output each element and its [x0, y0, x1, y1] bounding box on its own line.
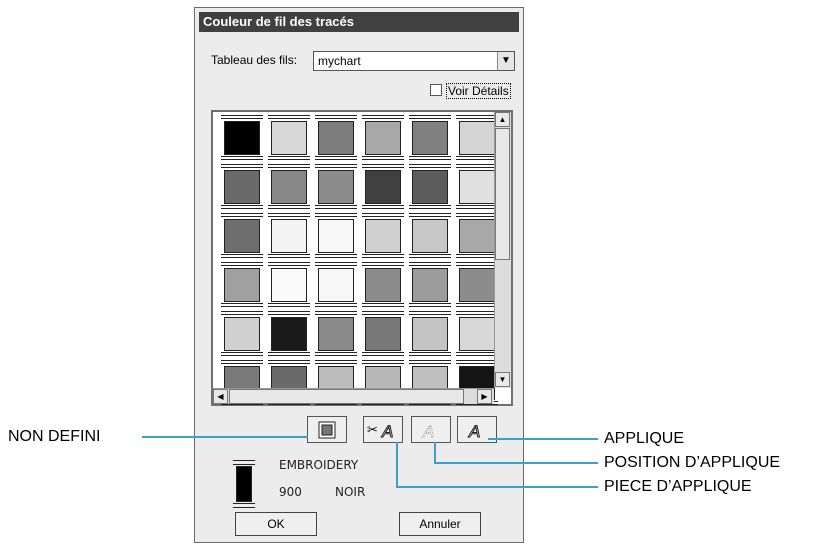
scissors-applique-icon: ✂ A	[367, 422, 394, 442]
callout-line-applique-piece-v	[396, 442, 398, 488]
svg-text:A: A	[468, 422, 480, 441]
thread-swatch[interactable]	[456, 164, 498, 210]
vertical-scroll-thumb[interactable]	[495, 128, 510, 260]
thread-swatch[interactable]	[409, 311, 451, 357]
thread-swatch[interactable]	[456, 311, 498, 357]
thread-swatch[interactable]	[362, 311, 404, 357]
scroll-left-button[interactable]: ◀	[213, 389, 228, 404]
callout-line-applique-position-v	[434, 442, 436, 464]
thread-swatch[interactable]	[221, 262, 263, 308]
thread-table-value: mychart	[318, 54, 361, 68]
thread-swatch-grid	[211, 110, 513, 406]
thread-swatch[interactable]	[315, 262, 357, 308]
applique-piece-button[interactable]: ✂ A	[363, 416, 403, 443]
horizontal-scrollbar[interactable]: ◀ ▶	[213, 388, 494, 404]
undefined-thread-icon	[318, 421, 336, 439]
thread-swatch[interactable]	[362, 164, 404, 210]
thread-swatch[interactable]	[268, 115, 310, 161]
scroll-right-button[interactable]: ▶	[477, 389, 492, 404]
thread-swatch[interactable]	[268, 213, 310, 259]
applique-icon: A	[468, 422, 481, 442]
callout-undefined: NON DEFINI	[8, 428, 101, 445]
thread-number: 900	[279, 485, 302, 499]
thread-swatch[interactable]	[409, 115, 451, 161]
callout-line-applique	[488, 438, 598, 440]
undefined-thread-button[interactable]	[307, 416, 347, 443]
thread-swatch[interactable]	[221, 213, 263, 259]
thread-swatch[interactable]	[315, 311, 357, 357]
thread-swatch[interactable]	[362, 262, 404, 308]
thread-table-label: Tableau des fils:	[211, 53, 298, 67]
callout-line-applique-piece-h	[396, 486, 598, 488]
thread-swatch[interactable]	[456, 115, 498, 161]
thread-swatch[interactable]	[456, 213, 498, 259]
show-details-checkbox[interactable]	[430, 84, 442, 96]
cancel-button[interactable]: Annuler	[399, 512, 481, 536]
callout-line-undefined	[142, 436, 308, 438]
thread-swatch[interactable]	[268, 262, 310, 308]
thread-swatch[interactable]	[221, 311, 263, 357]
thread-swatch[interactable]	[409, 262, 451, 308]
callout-line-applique-position-h	[434, 462, 598, 464]
scroll-down-button[interactable]: ▼	[495, 372, 510, 387]
thread-swatch[interactable]	[315, 115, 357, 161]
thread-swatch[interactable]	[221, 164, 263, 210]
applique-position-icon: A	[422, 422, 435, 442]
scroll-up-button[interactable]: ▲	[495, 112, 510, 127]
chevron-down-icon[interactable]: ▼	[497, 52, 514, 70]
thread-name: NOIR	[335, 485, 366, 499]
svg-text:✂: ✂	[367, 423, 378, 438]
thread-swatch[interactable]	[315, 213, 357, 259]
thread-brand: EMBROIDERY	[279, 458, 359, 472]
thread-swatch[interactable]	[362, 213, 404, 259]
dialog-title: Couleur de fil des tracés	[199, 12, 519, 32]
show-details-label[interactable]: Voir Détails	[446, 83, 511, 99]
current-thread-spool-icon	[233, 460, 255, 508]
thread-swatch[interactable]	[268, 164, 310, 210]
ok-button[interactable]: OK	[235, 512, 317, 536]
applique-position-button[interactable]: A	[411, 416, 451, 443]
callout-applique-position: POSITION D’APPLIQUE	[604, 454, 781, 471]
callout-applique: APPLIQUE	[604, 430, 685, 447]
horizontal-scroll-thumb[interactable]	[229, 389, 464, 404]
thread-swatch[interactable]	[268, 311, 310, 357]
thread-swatch[interactable]	[456, 262, 498, 308]
thread-swatch[interactable]	[362, 115, 404, 161]
thread-swatch[interactable]	[221, 115, 263, 161]
thread-table-select[interactable]: mychart ▼	[313, 51, 515, 71]
vertical-scrollbar[interactable]: ▲ ▼	[494, 112, 511, 388]
thread-swatch[interactable]	[315, 164, 357, 210]
thread-swatch[interactable]	[409, 213, 451, 259]
callout-applique-piece: PIECE D’APPLIQUE	[604, 478, 752, 495]
svg-text:A: A	[422, 422, 434, 441]
svg-text:A: A	[381, 422, 393, 441]
thread-swatch[interactable]	[409, 164, 451, 210]
